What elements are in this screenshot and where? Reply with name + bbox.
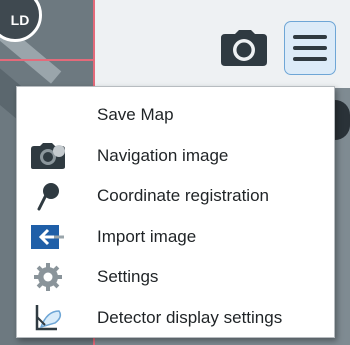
menu-item-label: Detector display settings [97, 307, 283, 327]
menu-item-label: Import image [97, 226, 197, 246]
menu-item-label: Settings [97, 267, 159, 287]
menu-item-coordinate-registration[interactable]: Coordinate registration [17, 176, 334, 217]
menu-item-detector-display-settings[interactable]: Detector display settings [17, 298, 334, 339]
menu-item-save-map[interactable]: Save Map [17, 95, 334, 136]
menu-item-label: Save Map [97, 105, 174, 125]
menu-item-navigation-image[interactable]: Navigation image [17, 136, 334, 177]
avatar-initials: LD [10, 12, 30, 28]
hamburger-bar [293, 46, 327, 50]
camera-icon [221, 30, 267, 66]
save-map-icon-placeholder [27, 99, 69, 131]
import-icon [27, 221, 69, 253]
hamburger-menu-button[interactable] [284, 21, 336, 75]
hamburger-bar [293, 57, 327, 61]
navigation-image-icon [27, 140, 69, 172]
main-menu-dropdown: Save Map Navigation image Coordinate reg… [16, 86, 335, 338]
crosshair-horizontal-line [0, 59, 95, 61]
menu-item-label: Navigation image [97, 145, 229, 165]
detector-icon [27, 302, 69, 334]
pin-icon [27, 180, 69, 212]
menu-item-label: Coordinate registration [97, 186, 269, 206]
menu-item-settings[interactable]: Settings [17, 257, 334, 298]
camera-button[interactable] [218, 28, 270, 68]
menu-item-import-image[interactable]: Import image [17, 217, 334, 258]
hamburger-menu-icon [293, 35, 327, 39]
gear-icon [27, 261, 69, 293]
